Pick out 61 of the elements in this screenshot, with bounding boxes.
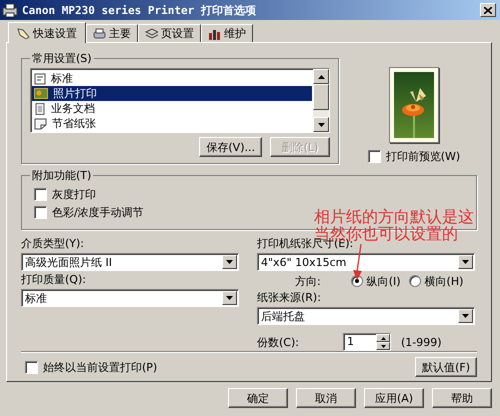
- close-button[interactable]: [480, 3, 496, 17]
- down-arrow-icon: [380, 344, 386, 348]
- up-arrow-icon: [380, 336, 386, 340]
- photo-icon: [34, 88, 48, 99]
- list-item[interactable]: 标准: [32, 71, 312, 86]
- caret-icon: [226, 296, 233, 300]
- arrow: [352, 244, 364, 280]
- cancel-button[interactable]: 取消: [296, 388, 356, 408]
- save-button[interactable]: 保存(V)...: [199, 137, 262, 157]
- checkbox[interactable]: [368, 150, 381, 163]
- radio-label: 横向(H): [424, 274, 464, 288]
- checkbox-label: 灰度打印: [52, 187, 96, 202]
- stack-icon: [145, 28, 158, 40]
- folded-page-icon: [34, 118, 47, 130]
- field-label: 介质类型(Y):: [21, 236, 86, 251]
- down-arrow-icon: [318, 122, 324, 126]
- spin-field[interactable]: 1: [343, 333, 391, 351]
- field-label: 打印质量(Q):: [21, 272, 87, 287]
- defaults-button[interactable]: 默认值(F): [415, 357, 477, 377]
- field-label: 方向:: [295, 274, 321, 288]
- dropdown[interactable]: 后端托盘: [257, 307, 475, 325]
- close-icon: [484, 6, 492, 14]
- list-item[interactable]: 照片打印: [32, 86, 312, 101]
- checkbox[interactable]: [34, 206, 47, 219]
- dropdown[interactable]: 4"x6" 10x15cm: [257, 253, 475, 271]
- range-hint: (1-999): [401, 336, 442, 348]
- apply-button[interactable]: 应用(A): [364, 388, 424, 408]
- window-title: Canon MP230 series Printer 打印首选项: [22, 2, 257, 18]
- checkbox-label: 始终以当前设置打印(P): [43, 360, 158, 374]
- tab[interactable]: 维护: [201, 24, 253, 42]
- tab[interactable]: 主要: [86, 24, 138, 42]
- caret-icon: [462, 314, 469, 318]
- checkbox-label: 打印前预览(W): [386, 149, 460, 164]
- printer-icon: [2, 3, 18, 17]
- scrollbar[interactable]: [313, 69, 329, 132]
- tab[interactable]: 页设置: [138, 24, 201, 42]
- list-item[interactable]: 节省纸张: [32, 116, 312, 131]
- list-item[interactable]: 业务文档: [32, 101, 312, 116]
- field-label: 份数(C):: [257, 334, 300, 350]
- printer-icon: [93, 28, 106, 40]
- radio-label: 纵向(I): [366, 274, 401, 288]
- group-title: 常用设置(S): [31, 51, 93, 66]
- dropdown[interactable]: 高级光面照片纸 II: [21, 253, 239, 271]
- field-label: 纸张来源(R):: [257, 290, 322, 305]
- up-arrow-icon: [318, 74, 324, 78]
- tools-icon: [208, 28, 221, 40]
- dropdown[interactable]: 标准: [21, 289, 239, 307]
- group-title: 附加功能(T): [31, 168, 92, 183]
- document-icon: [34, 72, 46, 84]
- checkbox-label: 色彩/浓度手动调节: [52, 205, 144, 220]
- radio-button[interactable]: [350, 275, 363, 287]
- tab[interactable]: 快速设置: [8, 22, 86, 43]
- page-icon: [34, 102, 46, 114]
- help-button[interactable]: 帮助: [432, 388, 492, 408]
- radio-button[interactable]: [408, 275, 421, 287]
- caret-icon: [462, 260, 469, 264]
- caret-icon: [226, 260, 233, 264]
- pointer-icon: [17, 27, 30, 39]
- checkbox[interactable]: [34, 188, 47, 201]
- checkbox[interactable]: [25, 360, 38, 374]
- ok-button[interactable]: 确定: [228, 388, 288, 408]
